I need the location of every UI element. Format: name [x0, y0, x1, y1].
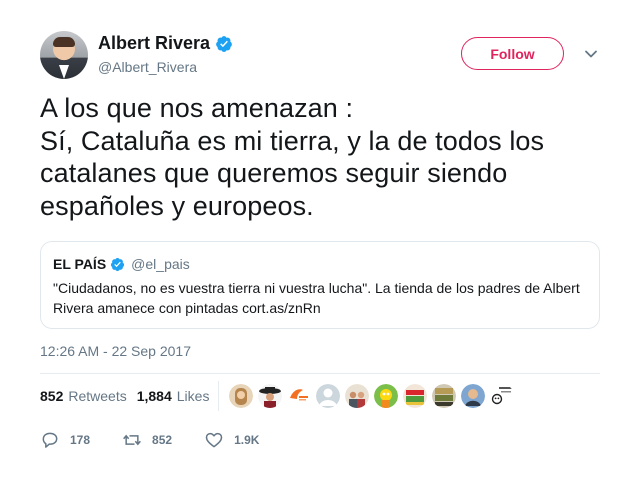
liker-avatar[interactable]: [229, 384, 253, 408]
follow-button[interactable]: Follow: [461, 37, 564, 70]
likes-count: 1,884: [136, 388, 172, 404]
quoted-tweet[interactable]: EL PAÍS @el_pais "Ciudadanos, no es vues…: [40, 241, 600, 329]
like-count: 1.9K: [234, 433, 260, 447]
retweets-stat[interactable]: 852 Retweets: [40, 388, 127, 404]
tweet-timestamp[interactable]: 12:26 AM - 22 Sep 2017: [40, 343, 191, 359]
reply-count: 178: [70, 433, 91, 447]
liker-avatar[interactable]: [490, 384, 514, 408]
author-name-row[interactable]: Albert Rivera: [98, 33, 233, 54]
engagement-stats: 852 Retweets 1,884 Likes: [40, 388, 209, 404]
heart-icon: [205, 432, 223, 448]
quoted-author-name[interactable]: EL PAÍS: [53, 256, 106, 272]
verified-badge-icon: [111, 257, 125, 271]
avatar-shirt: [59, 65, 69, 79]
avatar-hair: [53, 37, 75, 47]
liker-avatar[interactable]: [461, 384, 485, 408]
reply-action[interactable]: 178: [40, 430, 90, 450]
liker-avatar[interactable]: [258, 384, 282, 408]
liker-avatar[interactable]: [345, 384, 369, 408]
tweet-text: A los que nos amenazan : Sí, Cataluña es…: [40, 93, 545, 221]
like-action[interactable]: 1.9K: [204, 430, 259, 450]
liker-avatar[interactable]: [374, 384, 398, 408]
chevron-down-icon[interactable]: [584, 47, 598, 61]
quoted-tweet-text: "Ciudadanos, no es vuestra tierra ni vue…: [53, 280, 580, 316]
retweets-count: 852: [40, 388, 64, 404]
likes-label: Likes: [176, 388, 210, 404]
liker-avatar[interactable]: [432, 384, 456, 408]
retweets-label: Retweets: [68, 388, 127, 404]
verified-badge-icon: [216, 35, 232, 52]
retweet-action[interactable]: 852: [122, 430, 172, 450]
author-name[interactable]: Albert Rivera: [98, 33, 210, 54]
retweet-count: 852: [152, 433, 173, 447]
reply-icon: [42, 432, 58, 448]
tweet-actions: 178 852 1.9K: [40, 430, 259, 450]
stats-separator: [218, 381, 219, 411]
retweet-icon: [123, 434, 141, 446]
liker-avatar[interactable]: [316, 384, 340, 408]
liker-avatar[interactable]: [403, 384, 427, 408]
likes-stat[interactable]: 1,884 Likes: [137, 388, 210, 404]
divider: [40, 373, 600, 374]
author-handle[interactable]: @Albert_Rivera: [98, 59, 197, 75]
liker-avatar[interactable]: [287, 384, 311, 408]
author-avatar[interactable]: [40, 31, 88, 79]
liker-avatars: [229, 384, 514, 408]
quoted-author-handle[interactable]: @el_pais: [131, 256, 190, 272]
quoted-tweet-header: EL PAÍS @el_pais: [53, 256, 587, 272]
